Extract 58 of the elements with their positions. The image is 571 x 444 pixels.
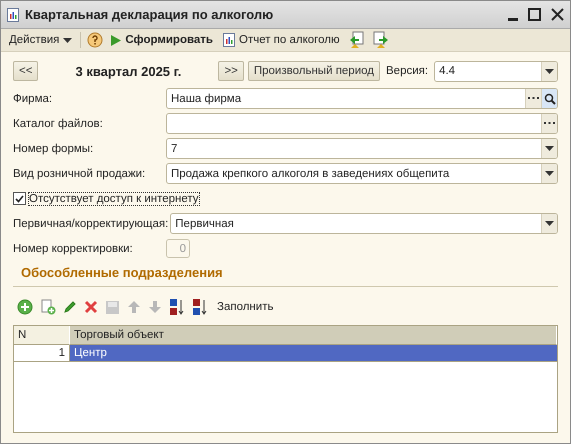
generate-button[interactable]: Сформировать [109,33,215,47]
dropdown-arrow-icon [545,171,554,176]
chart-document-icon [223,33,235,47]
dropdown-arrow-icon [545,146,554,151]
custom-period-button[interactable]: Произвольный период [248,61,380,81]
dropdown-field[interactable]: Первичная [170,213,558,234]
browse-button[interactable] [541,114,557,133]
field-label: Первичная/корректирующая: [13,218,170,230]
section-title: Обособленные подразделения [13,263,558,287]
dropdown-arrow-icon [545,68,554,74]
delete-icon[interactable] [84,300,98,314]
pencil-icon[interactable] [63,300,77,314]
version-label: Версия: [386,65,428,77]
close-icon[interactable] [551,8,564,21]
dropdown-arrow-icon [545,221,554,226]
internet-checkbox[interactable]: Отсутствует доступ к интернету [13,192,199,205]
help-icon[interactable] [87,32,104,48]
dropdown-button[interactable] [541,139,557,158]
checkmark-icon [15,194,24,202]
dropdown-arrow-icon [63,38,72,42]
search-button[interactable] [541,89,557,108]
window-title: Квартальная декларация по алкоголю [25,7,274,22]
period-label: 3 квартал 2025 г. [74,64,182,78]
dropdown-field[interactable]: Продажа крепкого алкоголя в заведениях общепита [166,163,558,184]
column-header: Торговый объект [70,326,557,345]
table-cell: Центр [70,345,557,362]
add-icon[interactable] [17,299,33,315]
report-button[interactable]: Отчет по алкоголю [221,32,342,48]
company-field[interactable]: Наша фирма [166,88,558,109]
column-header: N [14,326,70,345]
sort-ascending-icon[interactable] [169,298,185,316]
field-label: Фирма: [13,92,54,104]
field-label: Номер формы: [13,142,94,154]
version-field[interactable]: 4.4 [434,60,558,82]
previous-period-button[interactable]: << [13,61,38,81]
dropdown-button[interactable] [541,62,557,80]
select-button[interactable] [525,89,541,108]
sort-descending-icon[interactable] [192,298,208,316]
play-icon [111,34,122,46]
import-icon[interactable] [348,31,366,49]
field-label: Каталог файлов: [13,118,104,130]
field-label: Номер корректировки: [13,242,134,254]
dropdown-button[interactable] [541,214,557,233]
maximize-icon[interactable] [528,8,541,21]
folder-field[interactable] [166,113,558,134]
export-icon[interactable] [372,31,390,49]
dropdown-field[interactable]: 7 [166,138,558,159]
ellipsis-icon [528,97,539,100]
field-label: Вид розничной продажи: [13,168,146,180]
next-period-button[interactable]: >> [218,61,244,81]
dropdown-button[interactable] [541,164,557,183]
chart-document-icon [7,8,19,22]
copy-icon[interactable] [40,299,56,315]
search-icon [544,92,556,104]
table-row[interactable]: 1 Центр [14,345,557,362]
fill-button[interactable]: Заполнить [215,300,276,314]
actions-menu[interactable]: Действия [7,33,74,47]
ellipsis-icon [544,122,555,125]
